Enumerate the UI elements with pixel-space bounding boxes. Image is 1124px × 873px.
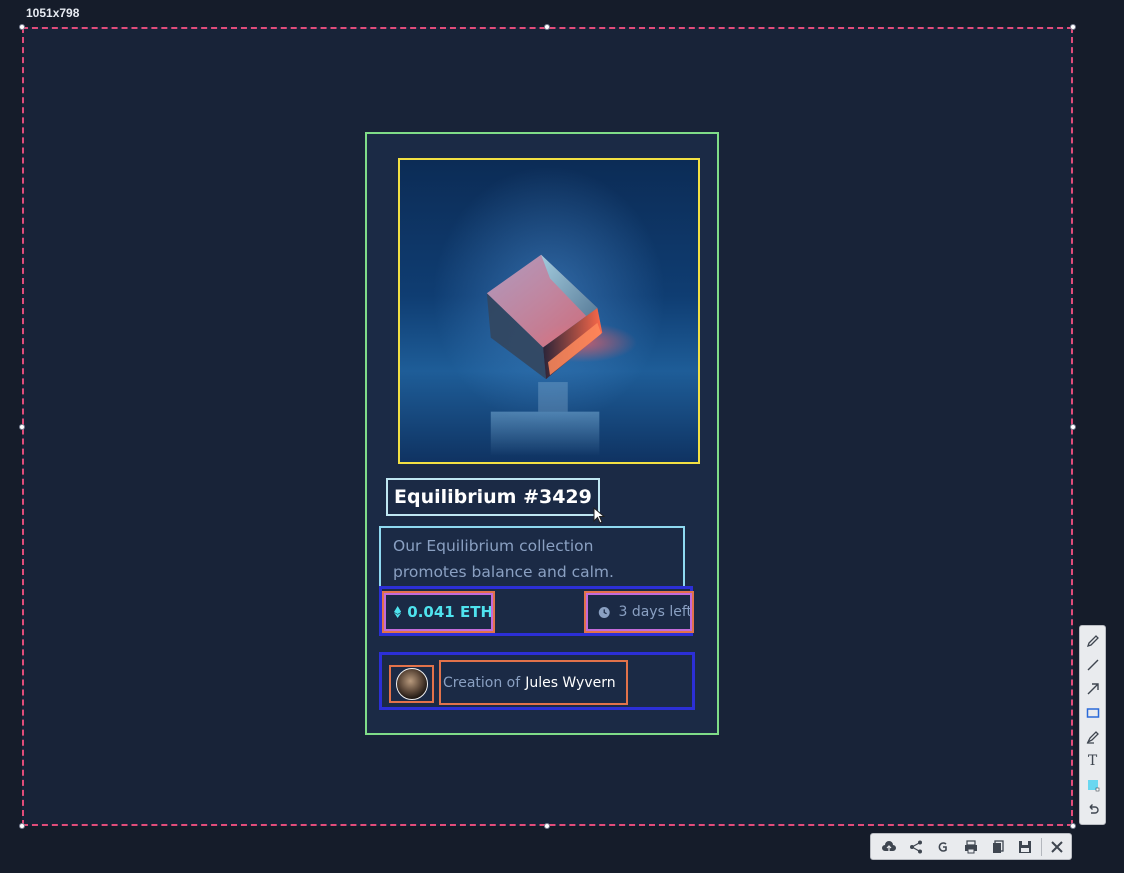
rectangle-icon xyxy=(1086,708,1099,718)
stats-row: 0.041 ETH 3 days left xyxy=(379,586,694,636)
action-toolbar xyxy=(870,833,1072,860)
color-swatch-icon xyxy=(1087,780,1099,792)
nft-card: Equilibrium #3429 Our Equilibrium collec… xyxy=(365,132,719,735)
resize-handle-bottom-right[interactable] xyxy=(1070,823,1076,829)
arrow-tool[interactable] xyxy=(1083,678,1103,700)
creator-prefix: Creation of xyxy=(443,674,521,691)
google-search-icon xyxy=(938,841,948,852)
creator-name-link[interactable]: Jules Wyvern xyxy=(525,675,615,691)
resize-handle-bottom[interactable] xyxy=(544,823,550,829)
line-tool[interactable] xyxy=(1083,654,1103,676)
nft-description: Our Equilibrium collection promotes bala… xyxy=(393,537,614,581)
time-left-value: 3 days left xyxy=(618,604,692,620)
avatar[interactable] xyxy=(395,668,428,700)
resize-handle-top-left[interactable] xyxy=(19,24,25,30)
text-tool[interactable]: T xyxy=(1083,750,1103,772)
time-left: 3 days left xyxy=(584,591,694,633)
price-tag: 0.041 ETH xyxy=(382,591,495,633)
ethereum-icon xyxy=(394,606,402,618)
copy-button[interactable] xyxy=(984,836,1011,858)
nft-title[interactable]: Equilibrium #3429 xyxy=(394,486,592,508)
pen-tool[interactable] xyxy=(1083,630,1103,652)
search-google-button[interactable] xyxy=(930,836,957,858)
share-icon xyxy=(909,840,922,853)
mouse-cursor-icon xyxy=(593,507,605,524)
nft-title-box: Equilibrium #3429 xyxy=(386,478,600,516)
text-icon: T xyxy=(1087,753,1098,769)
resize-handle-top-right[interactable] xyxy=(1070,24,1076,30)
share-button[interactable] xyxy=(902,836,929,858)
save-icon xyxy=(1019,840,1032,853)
close-icon xyxy=(1051,840,1064,853)
resize-handle-top[interactable] xyxy=(544,24,550,30)
upload-cloud-icon xyxy=(881,840,896,851)
marker-tool[interactable] xyxy=(1083,726,1103,748)
print-icon xyxy=(964,839,977,853)
resize-handle-bottom-left[interactable] xyxy=(19,823,25,829)
creator-attribution: Creation of Jules Wyvern xyxy=(439,660,628,705)
avatar-box xyxy=(389,665,434,703)
crystal-cube-image xyxy=(486,254,637,457)
nft-image[interactable] xyxy=(398,158,700,464)
nft-description-box: Our Equilibrium collection promotes bala… xyxy=(379,526,685,589)
resize-handle-left[interactable] xyxy=(19,424,25,430)
toolbar-divider xyxy=(1040,837,1042,856)
creator-row: Creation of Jules Wyvern xyxy=(379,652,695,710)
rectangle-tool[interactable] xyxy=(1083,702,1103,724)
save-button[interactable] xyxy=(1011,836,1038,858)
drawing-toolbar: T xyxy=(1079,625,1106,825)
pen-icon xyxy=(1086,635,1099,648)
upload-button[interactable] xyxy=(875,836,902,858)
capture-size-label: 1051x798 xyxy=(26,6,80,20)
arrow-icon xyxy=(1087,683,1099,695)
resize-handle-right[interactable] xyxy=(1070,424,1076,430)
close-button[interactable] xyxy=(1044,836,1071,858)
undo-button[interactable] xyxy=(1083,798,1103,820)
copy-icon xyxy=(992,839,1004,853)
undo-icon xyxy=(1089,804,1099,814)
line-icon xyxy=(1087,659,1098,671)
marker-icon xyxy=(1086,731,1099,744)
price-value: 0.041 ETH xyxy=(407,603,493,621)
color-picker[interactable] xyxy=(1083,774,1103,796)
print-button[interactable] xyxy=(957,836,984,858)
clock-icon xyxy=(598,606,610,618)
